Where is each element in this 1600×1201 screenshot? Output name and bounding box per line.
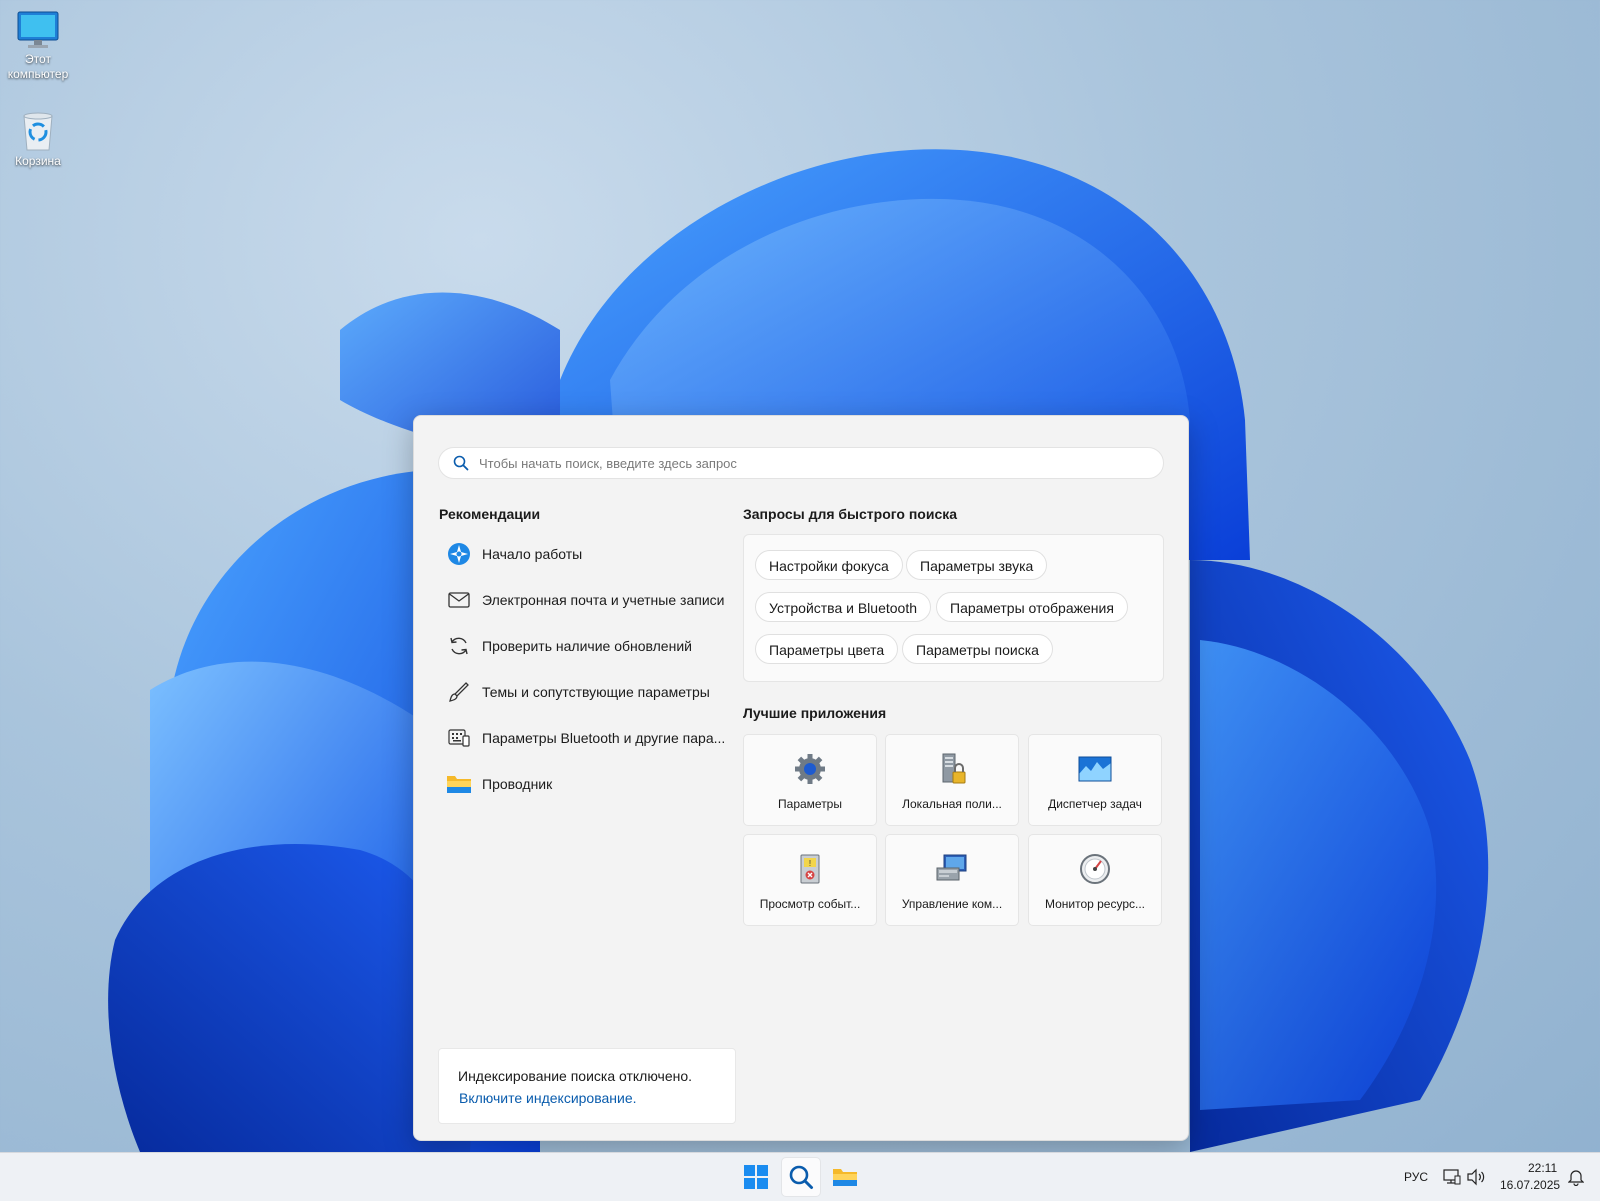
app-tile-task-manager[interactable]: Диспетчер задач: [1028, 734, 1162, 826]
taskbar: РУС 22:11 16.07.2025: [0, 1152, 1600, 1201]
rec-item-label: Темы и сопутствующие параметры: [482, 684, 710, 700]
quick-search-box: Настройки фокуса Параметры звука Устройс…: [743, 534, 1164, 682]
rec-item-label: Параметры Bluetooth и другие пара...: [482, 730, 726, 746]
app-tile-local-security-policy[interactable]: Локальная поли...: [885, 734, 1019, 826]
search-icon: [789, 1165, 813, 1189]
recommendations-list: Начало работы Электронная почта и учетны…: [438, 531, 738, 807]
indexing-notice: Индексирование поиска отключено. Включит…: [438, 1048, 736, 1124]
language-indicator[interactable]: РУС: [1404, 1170, 1428, 1184]
desktop-icon-label: Этот компьютер: [7, 52, 69, 81]
folder-icon: [833, 1169, 857, 1186]
app-tile-label: Параметры: [778, 797, 842, 811]
folder-icon: [446, 771, 472, 797]
search-input[interactable]: [479, 452, 1139, 474]
gear-icon: [795, 754, 825, 784]
quick-search-title: Запросы для быстрого поиска: [743, 506, 958, 522]
app-tile-label: Просмотр событ...: [759, 897, 861, 911]
search-box[interactable]: [438, 447, 1164, 479]
brush-icon: [446, 679, 472, 705]
start-button[interactable]: [736, 1157, 776, 1197]
taskbar-search-button[interactable]: [781, 1157, 821, 1197]
event-viewer-icon: !: [800, 854, 820, 884]
indexing-status-text: Индексирование поиска отключено.: [458, 1068, 693, 1084]
rec-item-label: Проводник: [482, 776, 553, 792]
app-tile-label: Управление ком...: [901, 897, 1003, 911]
chip-search-settings[interactable]: Параметры поиска: [902, 634, 1053, 664]
rec-item-label: Начало работы: [482, 546, 583, 562]
enable-indexing-link[interactable]: Включите индексирование.: [459, 1090, 637, 1106]
app-tile-event-viewer[interactable]: ! Просмотр событ...: [743, 834, 877, 926]
rec-item-label: Проверить наличие обновлений: [482, 638, 692, 654]
chip-devices-bluetooth[interactable]: Устройства и Bluetooth: [755, 592, 931, 622]
chip-sound-settings[interactable]: Параметры звука: [906, 550, 1048, 580]
app-tile-label: Диспетчер задач: [1048, 797, 1142, 811]
app-tile-label: Монитор ресурс...: [1044, 897, 1146, 911]
recycle-bin-icon: [23, 112, 53, 151]
windows-logo-icon: [744, 1165, 768, 1189]
get-started-icon: [446, 541, 472, 567]
mail-icon: [446, 587, 472, 613]
monitor-icon: [17, 11, 59, 48]
keyboard-devices-icon: [446, 725, 472, 751]
chip-display-settings[interactable]: Параметры отображения: [936, 592, 1128, 622]
taskbar-explorer-button[interactable]: [825, 1157, 865, 1197]
task-manager-icon: [1078, 756, 1112, 782]
app-tile-computer-management[interactable]: Управление ком...: [885, 834, 1019, 926]
notifications-icon[interactable]: [1568, 1168, 1584, 1186]
rec-item-bluetooth-settings[interactable]: Параметры Bluetooth и другие пара...: [438, 715, 738, 761]
rec-item-label: Электронная почта и учетные записи: [482, 592, 725, 608]
app-tile-resource-monitor[interactable]: Монитор ресурс...: [1028, 834, 1162, 926]
resource-monitor-icon: [1080, 854, 1110, 884]
clock-date[interactable]: 16.07.2025: [1500, 1178, 1560, 1192]
search-icon: [453, 455, 469, 471]
security-policy-icon: [942, 753, 966, 784]
rec-item-explorer[interactable]: Проводник: [438, 761, 738, 807]
app-tile-settings[interactable]: Параметры: [743, 734, 877, 826]
top-apps-title: Лучшие приложения: [743, 705, 887, 721]
network-icon[interactable]: [1443, 1168, 1461, 1186]
computer-management-icon: [936, 854, 967, 881]
volume-icon[interactable]: [1466, 1168, 1486, 1186]
desktop-icon-label: Корзина: [15, 154, 61, 168]
chip-focus-settings[interactable]: Настройки фокуса: [755, 550, 903, 580]
search-panel: Рекомендации Начало работы Электронная п…: [413, 415, 1189, 1141]
svg-text:!: !: [809, 859, 811, 868]
rec-item-themes[interactable]: Темы и сопутствующие параметры: [438, 669, 738, 715]
chip-color-settings[interactable]: Параметры цвета: [755, 634, 899, 664]
rec-item-email-accounts[interactable]: Электронная почта и учетные записи: [438, 577, 738, 623]
rec-item-get-started[interactable]: Начало работы: [438, 531, 738, 577]
app-tile-label: Локальная поли...: [902, 797, 1002, 811]
rec-item-check-updates[interactable]: Проверить наличие обновлений: [438, 623, 738, 669]
desktop-icon-recycle-bin[interactable]: Корзина: [0, 110, 76, 169]
clock-time[interactable]: 22:11: [1528, 1161, 1557, 1175]
desktop-icon-this-pc[interactable]: Этот компьютер: [0, 10, 76, 82]
refresh-icon: [446, 633, 472, 659]
recommendations-title: Рекомендации: [439, 506, 541, 522]
